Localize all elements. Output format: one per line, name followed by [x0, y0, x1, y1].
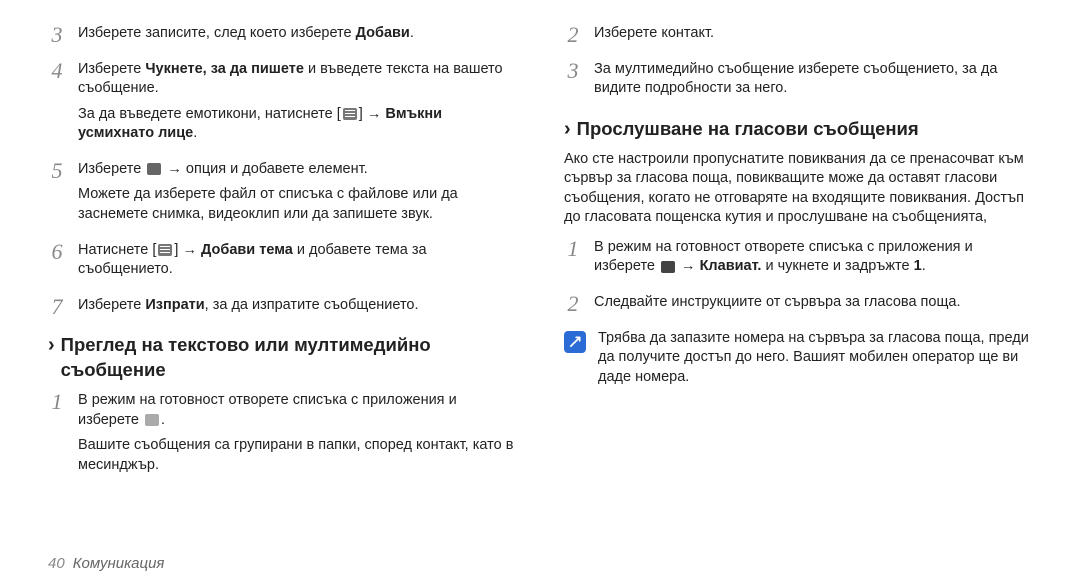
- chevron-right-icon: ›: [48, 333, 55, 357]
- text: Можете да изберете файл от списъка с фай…: [78, 185, 516, 224]
- bold-text: Чукнете, за да пишете: [145, 61, 304, 77]
- step-body: Следвайте инструкциите от сървъра за гла…: [594, 293, 1032, 319]
- text: ] →: [359, 106, 386, 122]
- step-number: 1: [564, 238, 582, 283]
- step-body: Натиснете [] → Добави тема и добавете те…: [78, 241, 516, 286]
- step-number: 3: [564, 60, 582, 105]
- step-number: 2: [564, 24, 582, 50]
- step-body: В режим на готовност отворете списъка с …: [594, 238, 1032, 283]
- menu-icon: [158, 244, 172, 256]
- step-1: 1 В режим на готовност отворете списъка …: [564, 238, 1032, 283]
- left-column: 3 Изберете записите, след което изберете…: [48, 24, 516, 491]
- text: Изберете: [78, 297, 145, 313]
- text: →: [677, 258, 700, 274]
- page-footer: 40 Комуникация: [48, 554, 164, 574]
- bold-text: Клавиат.: [700, 258, 762, 274]
- step-number: 6: [48, 241, 66, 286]
- text: → опция и добавете елемент.: [163, 161, 367, 177]
- step-body: Изберете контакт.: [594, 24, 1032, 50]
- step-number: 7: [48, 296, 66, 322]
- step-number: 3: [48, 24, 66, 50]
- step-7: 7 Изберете Изпрати, за да изпратите съоб…: [48, 296, 516, 322]
- text: .: [410, 25, 414, 41]
- step-5: 5 Изберете → опция и добавете елемент. М…: [48, 160, 516, 231]
- text: Натиснете [: [78, 242, 156, 258]
- step-2: 2 Следвайте инструкциите от сървъра за г…: [564, 293, 1032, 319]
- section-heading: › Прослушване на гласови съобщения: [564, 117, 1032, 142]
- text: , за да изпратите съобщението.: [205, 297, 419, 313]
- text: Изберете: [78, 61, 145, 77]
- info-icon: [564, 331, 586, 353]
- bold-text: 1: [914, 258, 922, 274]
- note-text: Трябва да запазите номера на сървъра за …: [598, 329, 1032, 388]
- text: ] →: [174, 242, 201, 258]
- bold-text: Добави: [356, 25, 410, 41]
- text: .: [193, 125, 197, 141]
- text: и чукнете и задръжте: [761, 258, 913, 274]
- step-3: 3 Изберете записите, след което изберете…: [48, 24, 516, 50]
- step-body: Изберете записите, след което изберете Д…: [78, 24, 516, 50]
- step-body: Изберете Чукнете, за да пишете и въведет…: [78, 60, 516, 150]
- text: .: [161, 412, 165, 428]
- text: За да въведете емотикони, натиснете [: [78, 106, 341, 122]
- attach-icon: [147, 163, 161, 175]
- bold-text: Добави тема: [201, 242, 293, 258]
- step-number: 5: [48, 160, 66, 231]
- heading-text: Прослушване на гласови съобщения: [577, 117, 919, 142]
- step-number: 2: [564, 293, 582, 319]
- step-number: 1: [48, 391, 66, 481]
- text: В режим на готовност отворете списъка с …: [78, 392, 457, 428]
- phone-icon: [661, 261, 675, 273]
- menu-icon: [343, 108, 357, 120]
- text: Изберете записите, след което изберете: [78, 25, 356, 41]
- step-body: За мултимедийно съобщение изберете съобщ…: [594, 60, 1032, 105]
- section-heading: › Преглед на текстово или мултимедийно с…: [48, 333, 516, 383]
- page-number: 40: [48, 554, 65, 574]
- step-number: 4: [48, 60, 66, 150]
- two-column-layout: 3 Изберете записите, след което изберете…: [48, 24, 1032, 491]
- step-2: 2 Изберете контакт.: [564, 24, 1032, 50]
- note-block: Трябва да запазите номера на сървъра за …: [564, 329, 1032, 388]
- heading-text: Преглед на текстово или мултимедийно съо…: [61, 333, 516, 383]
- text: Изберете: [78, 161, 145, 177]
- step-6: 6 Натиснете [] → Добави тема и добавете …: [48, 241, 516, 286]
- text: Изберете контакт.: [594, 24, 1032, 44]
- text: За мултимедийно съобщение изберете съобщ…: [594, 60, 1032, 99]
- section-name: Комуникация: [73, 554, 165, 574]
- step-body: Изберете Изпрати, за да изпратите съобще…: [78, 296, 516, 322]
- right-column: 2 Изберете контакт. 3 За мултимедийно съ…: [564, 24, 1032, 491]
- text: Вашите съобщения са групирани в папки, с…: [78, 436, 516, 475]
- step-body: В режим на готовност отворете списъка с …: [78, 391, 516, 481]
- bold-text: Изпрати: [145, 297, 204, 313]
- text: .: [922, 258, 926, 274]
- chevron-right-icon: ›: [564, 117, 571, 141]
- step-1: 1 В режим на готовност отворете списъка …: [48, 391, 516, 481]
- text: Следвайте инструкциите от сървъра за гла…: [594, 293, 1032, 313]
- step-3: 3 За мултимедийно съобщение изберете съо…: [564, 60, 1032, 105]
- envelope-icon: [145, 414, 159, 426]
- step-body: Изберете → опция и добавете елемент. Мож…: [78, 160, 516, 231]
- intro-text: Ако сте настроили пропуснатите повиквани…: [564, 150, 1032, 228]
- step-4: 4 Изберете Чукнете, за да пишете и въвед…: [48, 60, 516, 150]
